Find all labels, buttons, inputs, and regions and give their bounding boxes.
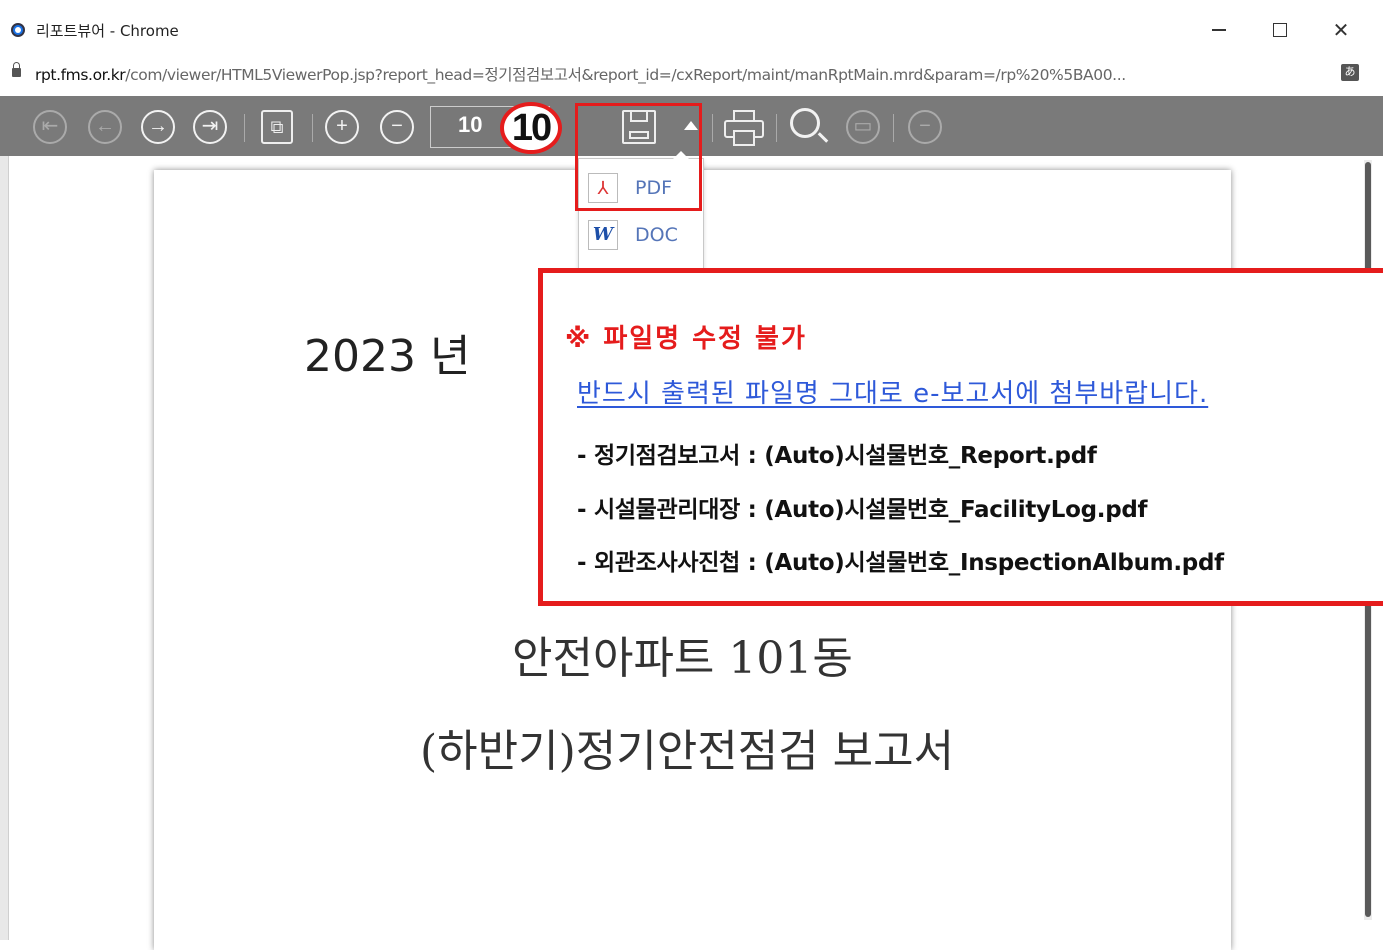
notice-subtitle: 반드시 출력된 파일명 그대로 e-보고서에 첨부바랍니다. — [577, 379, 1209, 409]
export-icon[interactable]: ⧉ — [261, 110, 293, 144]
notice-line-facilitylog: - 시설물관리대장 : (Auto)시설물번호_FacilityLog.pdf — [577, 497, 1148, 523]
close-viewer-icon[interactable]: − — [908, 110, 942, 144]
url-path: /com/viewer/HTML5ViewerPop.jsp?report_he… — [125, 66, 1126, 84]
prev-page-icon[interactable]: ← — [88, 110, 122, 144]
close-button[interactable]: ✕ — [1318, 10, 1364, 50]
save-doc-item[interactable]: W DOC — [588, 220, 698, 256]
chrome-logo-icon — [11, 23, 25, 37]
toolbar-divider — [712, 114, 713, 142]
print-icon[interactable] — [724, 110, 764, 146]
comment-icon[interactable]: ▭ — [846, 110, 880, 144]
url-text[interactable]: rpt.fms.or.kr/com/viewer/HTML5ViewerPop.… — [35, 63, 1126, 85]
left-gutter — [0, 156, 9, 940]
translate-icon[interactable]: あ — [1341, 64, 1359, 81]
save-highlight-box — [575, 103, 702, 211]
word-icon: W — [588, 220, 618, 250]
notice-title: ※ 파일명 수정 불가 — [565, 324, 807, 354]
next-page-icon[interactable]: → — [141, 110, 175, 144]
lock-icon — [12, 62, 21, 77]
step-badge: 10 — [500, 102, 562, 154]
maximize-button[interactable] — [1257, 10, 1303, 50]
toolbar-divider — [776, 114, 777, 142]
minimize-icon — [1212, 29, 1226, 31]
window-titlebar — [0, 0, 1383, 61]
toolbar-divider — [244, 114, 245, 142]
report-year: 2023 년 — [304, 331, 471, 382]
notice-line-report: - 정기점검보고서 : (Auto)시설물번호_Report.pdf — [577, 443, 1097, 469]
zoom-out-icon[interactable]: − — [380, 110, 414, 144]
report-building: 안전아파트 101동 — [512, 633, 853, 684]
search-icon[interactable] — [790, 108, 820, 138]
first-page-icon[interactable]: ⇤ — [33, 110, 67, 144]
report-title: (하반기)정기안전점검 보고서 — [420, 726, 955, 777]
toolbar-divider — [312, 114, 313, 142]
close-icon: ✕ — [1332, 19, 1350, 42]
toolbar-divider — [893, 114, 894, 142]
page-number-value: 10 — [458, 112, 483, 137]
window-title: 리포트뷰어 - Chrome — [36, 22, 179, 40]
notice-line-album: - 외관조사사진첩 : (Auto)시설물번호_InspectionAlbum.… — [577, 550, 1224, 576]
save-doc-label: DOC — [635, 224, 678, 246]
print-icon-paper — [733, 130, 755, 146]
last-page-icon[interactable]: ⇥ — [193, 110, 227, 144]
maximize-icon — [1273, 23, 1287, 37]
zoom-in-icon[interactable]: + — [325, 110, 359, 144]
url-host: rpt.fms.or.kr — [35, 66, 126, 84]
minimize-button[interactable] — [1196, 10, 1242, 50]
